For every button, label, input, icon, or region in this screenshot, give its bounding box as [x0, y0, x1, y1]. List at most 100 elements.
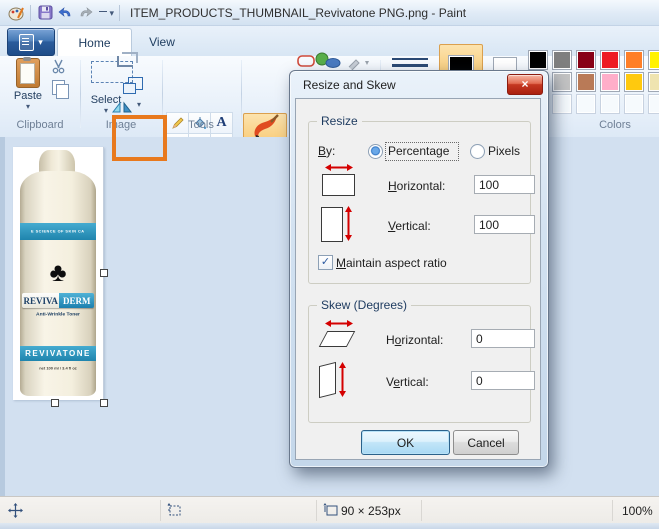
chevron-down-icon	[104, 106, 108, 115]
resize-vertical-input[interactable]	[474, 215, 535, 234]
palette-swatch[interactable]	[552, 50, 572, 70]
application-menu-button[interactable]	[7, 28, 55, 56]
cut-button[interactable]	[49, 57, 67, 75]
brand-right: DERM	[59, 293, 94, 308]
palette-empty-slot[interactable]	[576, 94, 596, 114]
tab-view[interactable]: View	[132, 28, 192, 56]
palette-swatch[interactable]	[528, 50, 548, 70]
pixels-label: Pixels	[488, 144, 520, 158]
copy-icon	[52, 80, 65, 95]
skew-horizontal-label: Horizontal:	[386, 333, 443, 347]
tab-home[interactable]: Home	[57, 28, 132, 57]
title-bar: ITEM_PRODUCTS_THUMBNAIL_Revivatone PNG.p…	[0, 0, 659, 26]
skew-group: Skew (Degrees) Horizontal: Vertical:	[308, 305, 531, 423]
crop-icon[interactable]	[117, 56, 133, 67]
cursor-position-icon	[8, 503, 23, 521]
paint-window: ITEM_PRODUCTS_THUMBNAIL_Revivatone PNG.p…	[0, 0, 659, 529]
bottle-subtitle: Anti-Wrinkle Toner	[34, 311, 81, 317]
bottle-brand-banner: REVIVA DERM	[22, 293, 94, 308]
brand-left: REVIVA	[22, 293, 59, 308]
zoom-level-value: 100%	[622, 504, 653, 518]
skew-horizontal-shape-icon	[319, 331, 356, 347]
chevron-down-icon	[137, 100, 141, 109]
menu-icon	[19, 34, 34, 51]
canvas-resize-handle-corner[interactable]	[100, 399, 108, 407]
chevron-down-icon	[38, 37, 43, 48]
group-separator	[241, 60, 242, 128]
rotate-button[interactable]	[110, 98, 136, 116]
resize-vertical-shape-icon	[321, 207, 343, 242]
image-size-icon	[322, 503, 338, 521]
customize-quick-access-toolbar-icon[interactable]	[96, 4, 114, 22]
palette-empty-slot[interactable]	[552, 94, 572, 114]
horizontal-arrow-icon	[325, 162, 353, 173]
resize-horizontal-label: Horizontal:	[388, 179, 445, 193]
palette-swatch[interactable]	[576, 50, 596, 70]
shapes-button[interactable]	[296, 52, 342, 70]
group-label-colors: Colors	[575, 119, 655, 131]
skew-vertical-input[interactable]	[471, 371, 535, 390]
palette-swatch[interactable]	[600, 72, 620, 92]
palette-swatch[interactable]	[576, 72, 596, 92]
palette-swatch[interactable]	[648, 72, 659, 92]
resize-button[interactable]	[126, 74, 144, 92]
palette-swatch[interactable]	[624, 50, 644, 70]
separator	[30, 5, 31, 21]
horizontal-arrow-icon	[325, 318, 353, 329]
paste-clipboard-icon	[16, 58, 40, 88]
palette-empty-slot[interactable]	[624, 94, 644, 114]
group-label-clipboard: Clipboard	[4, 119, 76, 131]
paste-label: Paste	[14, 90, 42, 102]
canvas[interactable]: E SCIENCE OF SKIN CA ♣ REVIVA DERM Anti-…	[13, 147, 104, 400]
resize-group-caption: Resize	[317, 114, 362, 128]
bottle-logo: ♣	[20, 257, 96, 287]
palette-swatch[interactable]	[624, 72, 644, 92]
undo-button[interactable]	[56, 4, 74, 22]
redo-button[interactable]	[76, 4, 94, 22]
paint-app-icon	[7, 4, 25, 22]
separator	[119, 5, 120, 21]
paste-button[interactable]: Paste	[8, 58, 48, 111]
canvas-resize-handle-bottom[interactable]	[51, 399, 59, 407]
resize-button-highlight-annotation	[112, 115, 167, 161]
vertical-arrow-icon	[343, 206, 354, 241]
resize-group: Resize By: Percentage Pixels Horizontal:…	[308, 121, 531, 284]
palette-swatch[interactable]	[552, 72, 572, 92]
maintain-aspect-ratio-checkbox[interactable]	[318, 255, 333, 270]
status-separator	[612, 500, 613, 521]
group-separator	[80, 60, 81, 128]
resize-horizontal-input[interactable]	[474, 175, 535, 194]
chevron-down-icon	[26, 102, 30, 111]
skew-horizontal-input[interactable]	[471, 329, 535, 348]
bottle-body: E SCIENCE OF SKIN CA ♣ REVIVA DERM Anti-…	[20, 171, 96, 396]
cancel-button[interactable]: Cancel	[453, 430, 519, 455]
percentage-radio[interactable]	[368, 144, 383, 159]
status-separator	[316, 500, 317, 521]
palette-empty-slot[interactable]	[648, 94, 659, 114]
image-size-value: 90 × 253px	[341, 504, 401, 518]
bottle-top-band: E SCIENCE OF SKIN CA	[20, 223, 96, 240]
canvas-resize-handle-right[interactable]	[100, 269, 108, 277]
palette-row-1	[528, 50, 659, 70]
pixels-radio[interactable]	[470, 144, 485, 159]
resize-skew-dialog: Resize and Skew Resize By: Percentage Pi…	[289, 70, 549, 468]
skew-vertical-label: Vertical:	[386, 375, 429, 389]
dialog-close-button[interactable]	[507, 74, 543, 95]
selection-size-icon	[166, 503, 182, 521]
save-button[interactable]	[36, 4, 54, 22]
window-bottom-edge	[0, 523, 659, 529]
by-label: By:	[318, 144, 335, 158]
ok-button[interactable]: OK	[361, 430, 450, 455]
bottle-volume-text: net 100 ml / 3.4 fl oz	[39, 366, 77, 371]
resize-vertical-label: Vertical:	[388, 219, 431, 233]
copy-button[interactable]	[49, 78, 67, 96]
skew-group-caption: Skew (Degrees)	[317, 298, 411, 312]
maintain-aspect-ratio-label: Maintain aspect ratio	[336, 256, 447, 270]
window-title: ITEM_PRODUCTS_THUMBNAIL_Revivatone PNG.p…	[130, 6, 466, 20]
palette-empty-slot[interactable]	[600, 94, 620, 114]
status-separator	[160, 500, 161, 521]
palette-swatch[interactable]	[648, 50, 659, 70]
status-bar: 90 × 253px 100%	[0, 496, 659, 524]
resize-horizontal-shape-icon	[322, 174, 355, 196]
palette-swatch[interactable]	[600, 50, 620, 70]
